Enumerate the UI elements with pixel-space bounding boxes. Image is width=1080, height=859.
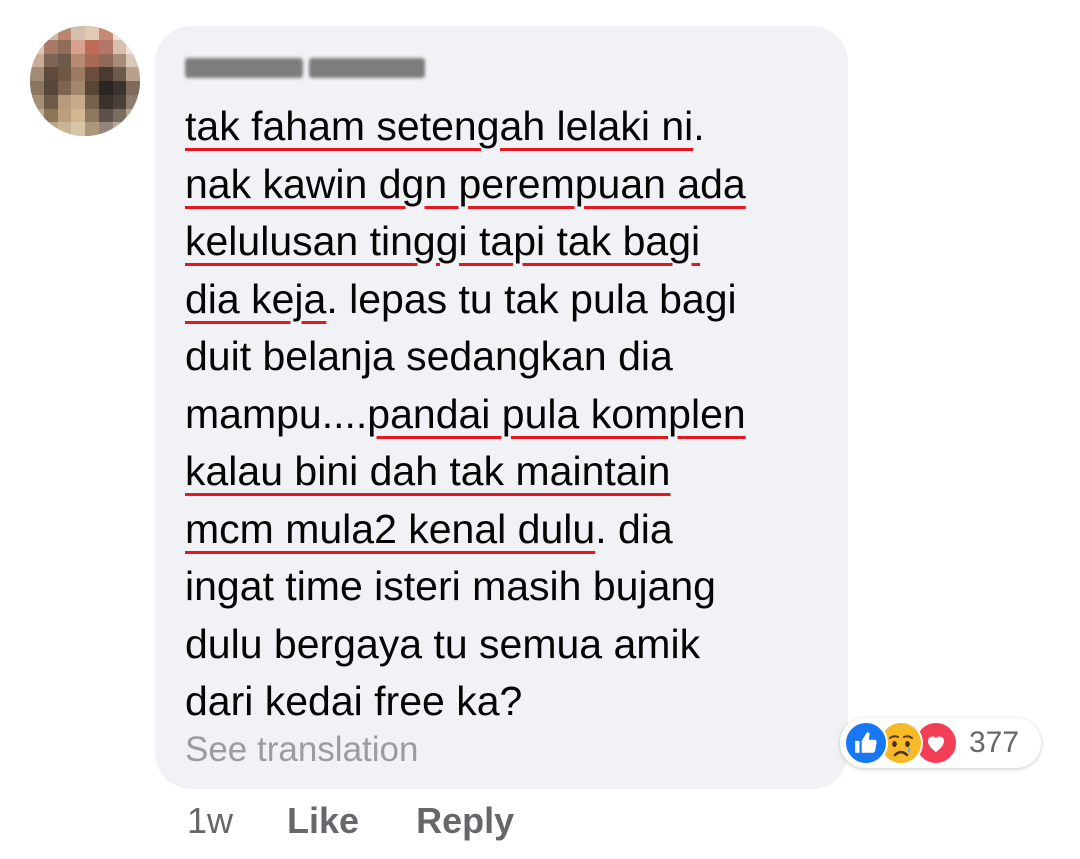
underlined-text: tak faham setengah lelaki ni [185, 103, 694, 149]
comment-text: tak faham setengah lelaki ni. nak kawin … [185, 98, 825, 731]
author-name-blur-block [185, 58, 303, 78]
like-icon [844, 721, 888, 765]
comment-actions: 1w Like Reply [187, 800, 514, 842]
underlined-text: nak kawin dgn perempuan ada [185, 160, 746, 207]
author-name-blur-block [309, 58, 425, 78]
comment-line: dia keja. lepas tu tak pula bagi [185, 275, 737, 322]
comment-line: dulu bergaya tu semua amik [185, 620, 701, 667]
comment-line: dari kedai free ka? [185, 678, 523, 724]
see-translation-link[interactable]: See translation [185, 730, 418, 770]
comment-timestamp[interactable]: 1w [187, 800, 233, 842]
comment-line: nak kawin dgn perempuan ada [185, 156, 825, 214]
underlined-text: mcm mula2 kenal dulu [185, 505, 596, 552]
comment-line: mcm mula2 kenal dulu. dia [185, 505, 673, 552]
underlined-text: kelulusan tinggi tapi tak bagi [185, 218, 701, 264]
avatar[interactable] [30, 26, 140, 136]
reaction-count: 377 [969, 726, 1020, 759]
comment-line: kelulusan tinggi tapi tak bagi [185, 213, 825, 271]
reactions-summary[interactable]: 377 [840, 718, 1041, 768]
underlined-text: pandai pula komplen [367, 390, 746, 437]
comment-line: tak faham setengah lelaki ni. [185, 103, 705, 149]
author-name-blurred[interactable] [185, 55, 430, 81]
reply-button[interactable]: Reply [416, 800, 514, 842]
comment-line: mampu....pandai pula komplen [185, 390, 746, 437]
underlined-text: dia keja [185, 275, 327, 322]
avatar-pixelated-image [30, 26, 140, 136]
comment-line: ingat time isteri masih bujang [185, 563, 716, 609]
like-button[interactable]: Like [287, 800, 359, 842]
comment-line: duit belanja sedangkan dia [185, 333, 673, 379]
comment-line: kalau bini dah tak maintain [185, 443, 825, 501]
underlined-text: kalau bini dah tak maintain [185, 448, 671, 494]
